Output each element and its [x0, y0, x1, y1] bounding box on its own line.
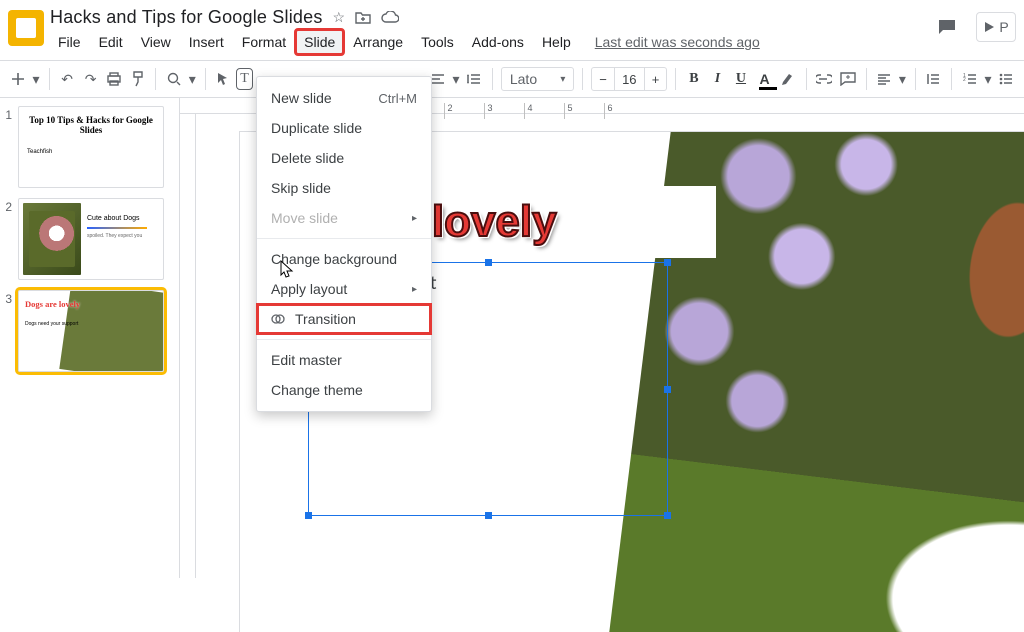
highlight-color-button[interactable]	[778, 66, 798, 92]
header: Hacks and Tips for Google Slides ☆ File …	[0, 0, 1024, 54]
slide-thumbnail-1[interactable]: Top 10 Tips & Hacks for Google Slides Te…	[18, 106, 164, 188]
print-icon[interactable]	[104, 66, 124, 92]
cloud-status-icon[interactable]	[381, 11, 399, 23]
thumbnail-image	[23, 203, 81, 275]
filmstrip: 1 Top 10 Tips & Hacks for Google Slides …	[0, 98, 180, 578]
menu-insert[interactable]: Insert	[181, 30, 232, 54]
resize-handle[interactable]	[664, 386, 671, 393]
menu-move-slide: Move slide▸	[257, 203, 431, 233]
menu-slide[interactable]: Slide	[296, 30, 343, 54]
vertical-ruler	[180, 114, 196, 578]
slides-logo[interactable]	[8, 10, 44, 46]
svg-text:2: 2	[963, 77, 966, 83]
thumb-number: 2	[4, 198, 12, 214]
menu-transition[interactable]: Transition	[257, 304, 431, 334]
menu-change-theme[interactable]: Change theme	[257, 375, 431, 405]
align-left-icon[interactable]	[874, 66, 894, 92]
workspace: 1 Top 10 Tips & Hacks for Google Slides …	[0, 98, 1024, 578]
menu-file[interactable]: File	[50, 30, 89, 54]
italic-button[interactable]: I	[708, 66, 728, 92]
bold-button[interactable]: B	[684, 66, 704, 92]
menu-tools[interactable]: Tools	[413, 30, 462, 54]
chevron-down-icon[interactable]: ▾	[452, 66, 461, 92]
menu-arrange[interactable]: Arrange	[345, 30, 411, 54]
font-size-value[interactable]: 16	[615, 68, 645, 90]
new-slide-button[interactable]	[8, 66, 28, 92]
document-title[interactable]: Hacks and Tips for Google Slides	[50, 7, 323, 28]
font-size-minus[interactable]: −	[592, 68, 615, 90]
menu-edit[interactable]: Edit	[91, 30, 131, 54]
insert-comment-icon[interactable]	[838, 66, 858, 92]
text-color-button[interactable]: A	[755, 66, 775, 92]
select-tool-icon[interactable]	[213, 66, 233, 92]
chevron-down-icon[interactable]: ▾	[32, 66, 41, 92]
menu-view[interactable]: View	[133, 30, 179, 54]
slide-thumbnail-3[interactable]: Dogs are lovely Dogs need your support	[18, 290, 164, 372]
resize-handle[interactable]	[305, 512, 312, 519]
chevron-down-icon[interactable]: ▾	[898, 66, 907, 92]
line-spacing-icon[interactable]	[465, 66, 485, 92]
menu-edit-master[interactable]: Edit master	[257, 345, 431, 375]
menu-format[interactable]: Format	[234, 30, 294, 54]
present-button[interactable]: P	[976, 12, 1016, 42]
thumb-number: 1	[4, 106, 12, 122]
toolbar: ▾ ↶ ↷ ▾ T ▾ Lato ▾ − 16 + B I U A ▾ 12 ▾	[0, 60, 1024, 98]
font-name: Lato	[510, 71, 537, 87]
menu-delete-slide[interactable]: Delete slide	[257, 143, 431, 173]
resize-handle[interactable]	[664, 259, 671, 266]
menu-separator	[257, 238, 431, 239]
transition-icon	[271, 312, 285, 326]
last-edit-link[interactable]: Last edit was seconds ago	[595, 34, 760, 50]
font-selector[interactable]: Lato ▾	[501, 67, 575, 91]
menubar: File Edit View Insert Format Slide Arran…	[50, 30, 932, 54]
star-icon[interactable]: ☆	[333, 9, 346, 26]
resize-handle[interactable]	[664, 512, 671, 519]
move-to-folder-icon[interactable]	[355, 10, 371, 24]
bulleted-list-icon[interactable]	[996, 66, 1016, 92]
chevron-down-icon: ▾	[560, 74, 565, 85]
menu-help[interactable]: Help	[534, 30, 579, 54]
menu-skip-slide[interactable]: Skip slide	[257, 173, 431, 203]
line-spacing-icon[interactable]	[924, 66, 944, 92]
chevron-down-icon[interactable]: ▾	[983, 66, 992, 92]
chevron-down-icon[interactable]: ▾	[188, 66, 197, 92]
resize-handle[interactable]	[485, 512, 492, 519]
present-label: P	[999, 19, 1008, 35]
redo-icon[interactable]: ↷	[81, 66, 101, 92]
menu-separator	[257, 339, 431, 340]
text-box-icon[interactable]: T	[237, 69, 252, 89]
font-size-stepper[interactable]: − 16 +	[591, 67, 667, 91]
comments-icon[interactable]	[932, 12, 962, 42]
menu-addons[interactable]: Add-ons	[464, 30, 532, 54]
paint-format-icon[interactable]	[128, 66, 148, 92]
insert-link-icon[interactable]	[815, 66, 835, 92]
menu-new-slide[interactable]: New slideCtrl+M	[257, 83, 431, 113]
thumb-number: 3	[4, 290, 12, 306]
resize-handle[interactable]	[485, 259, 492, 266]
mouse-cursor-icon	[280, 260, 296, 278]
slide-thumbnail-2[interactable]: Cute about Dogs spoiled. They expect you	[18, 198, 164, 280]
undo-icon[interactable]: ↶	[57, 66, 77, 92]
font-size-plus[interactable]: +	[645, 68, 667, 90]
slide-menu-dropdown: New slideCtrl+M Duplicate slide Delete s…	[256, 76, 432, 412]
menu-apply-layout[interactable]: Apply layout▸	[257, 274, 431, 304]
menu-duplicate-slide[interactable]: Duplicate slide	[257, 113, 431, 143]
numbered-list-icon[interactable]: 12	[960, 66, 980, 92]
underline-button[interactable]: U	[731, 66, 751, 92]
zoom-icon[interactable]	[164, 66, 184, 92]
